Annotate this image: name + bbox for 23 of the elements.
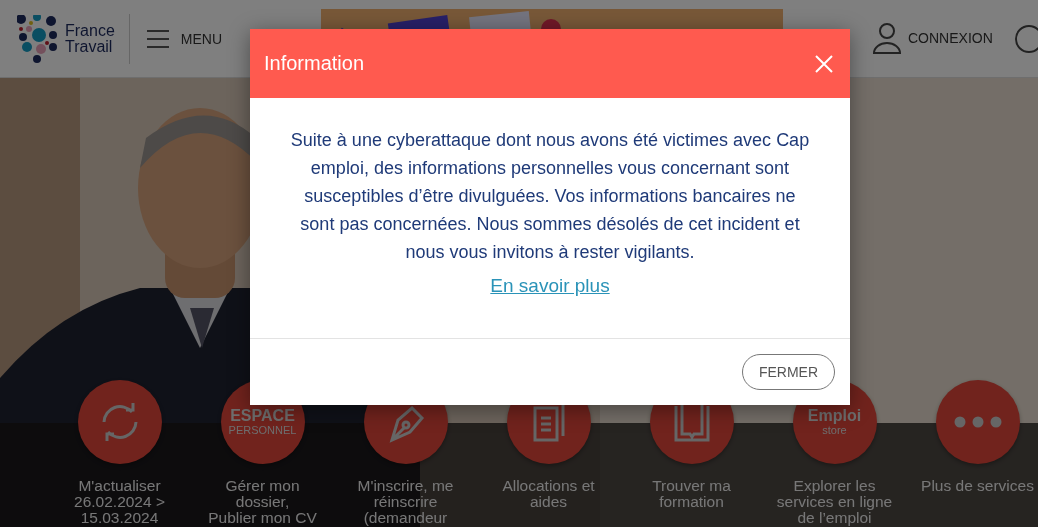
more-info-link[interactable]: En savoir plus xyxy=(490,275,610,297)
service-label[interactable]: Explorer les services en ligne de l’emploi xyxy=(776,478,893,526)
login-button[interactable]: CONNEXION xyxy=(872,22,993,54)
service-label[interactable]: Allocations et aides xyxy=(502,478,595,510)
user-icon xyxy=(872,22,902,54)
logo-icon xyxy=(17,14,57,63)
service-logo-subtext: PERSONNEL xyxy=(228,424,297,437)
service-logo-text: ESPACE xyxy=(230,407,295,424)
service-logo-text: Emploi xyxy=(807,407,862,424)
close-dialog-button[interactable]: FERMER xyxy=(741,354,835,390)
menu-button[interactable]: MENU xyxy=(146,29,223,48)
search-icon[interactable] xyxy=(1014,24,1038,54)
more-icon xyxy=(953,416,1002,428)
service-label[interactable]: M'inscrire, me réinscrire (demandeur xyxy=(357,478,454,526)
dialog-message: Suite à une cyberattaque dont nous avons été victimes avec Cap emploi, des informations personnelles vous concernant sont susceptibles d’être divulguées. Vos informations bancaires ne sont pas concernées. Nous sommes désolés de cet incident et nous vous invitons à rester vigilants. xyxy=(289,129,811,264)
service-label[interactable]: M'actualiser 26.02.2024 > 15.03.2024 xyxy=(74,478,165,526)
close-button[interactable] xyxy=(814,53,834,74)
service-label[interactable]: Trouver ma formation xyxy=(652,478,731,510)
menu-icon xyxy=(146,29,169,48)
logo-text: France Travail xyxy=(65,22,115,55)
service-logo-subtext: store xyxy=(822,424,847,437)
service-label[interactable]: Gérer mon dossier, Publier mon CV xyxy=(208,478,317,526)
service-label[interactable]: Plus de services xyxy=(921,478,1034,494)
